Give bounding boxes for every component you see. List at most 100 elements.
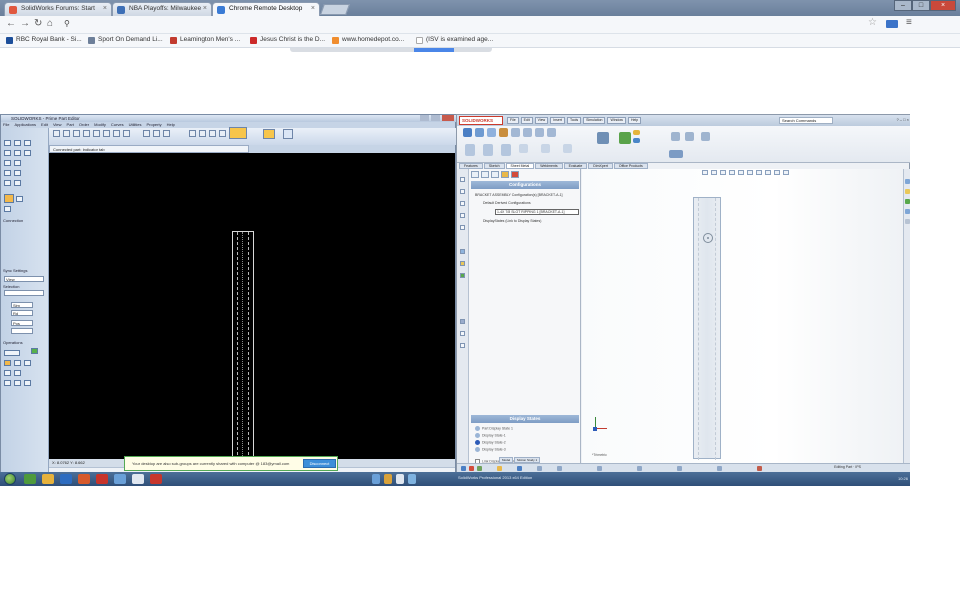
search-commands-field[interactable]: Search Commands	[779, 117, 833, 124]
rd-field[interactable]: Rd	[11, 310, 33, 316]
strip-icon[interactable]	[460, 331, 465, 336]
tree-item-root[interactable]: BRACKET ASSEMBLY Configuration(s) [BRACK…	[475, 193, 563, 197]
copy-icon[interactable]	[123, 130, 130, 137]
address-bar[interactable]: ⚲	[64, 19, 874, 31]
configuration-manager-icon[interactable]	[491, 171, 499, 178]
tree-item-derived[interactable]: Default Derived Configurations	[483, 201, 531, 205]
back-arrow-icon[interactable]: ←	[6, 18, 16, 29]
menu-help[interactable]: Help	[627, 117, 642, 124]
system-clock[interactable]: 10:26	[858, 474, 908, 484]
menu-tools[interactable]: Tools	[566, 117, 582, 124]
extruded-cut-icon[interactable]	[633, 130, 640, 135]
pan-icon[interactable]	[153, 130, 160, 137]
grid-icon[interactable]	[189, 130, 196, 137]
new-tab-button[interactable]	[319, 4, 351, 15]
status-icon[interactable]	[757, 466, 762, 471]
display-style-icon[interactable]	[747, 170, 753, 175]
section-view-icon[interactable]	[729, 170, 735, 175]
scene-icon[interactable]	[774, 170, 780, 175]
remote-desktop-handle[interactable]	[414, 48, 454, 52]
status-icon[interactable]	[461, 466, 466, 471]
strip-icon[interactable]	[460, 261, 465, 266]
status-icon[interactable]	[469, 466, 474, 471]
display-state-item[interactable]: Display State-2	[475, 440, 506, 445]
file-explorer-icon[interactable]	[905, 199, 910, 204]
pos-field[interactable]: Pos	[11, 320, 33, 326]
status-icon[interactable]	[637, 466, 642, 471]
view-settings-icon[interactable]	[783, 170, 789, 175]
flatten-button[interactable]	[669, 150, 683, 158]
shell-icon[interactable]	[547, 128, 556, 137]
operation-icon[interactable]	[24, 360, 31, 366]
strip-icon[interactable]	[460, 343, 465, 348]
flatten-icon[interactable]	[701, 132, 710, 141]
tool-icon[interactable]	[14, 160, 21, 166]
status-icon[interactable]	[677, 466, 682, 471]
status-icon[interactable]	[597, 466, 602, 471]
close-tab-icon[interactable]: ×	[103, 5, 107, 12]
tray-icon[interactable]	[372, 474, 380, 484]
hide-show-icon[interactable]	[756, 170, 762, 175]
maximize-button[interactable]	[431, 115, 440, 121]
minimize-button[interactable]	[420, 115, 429, 121]
property-manager-icon[interactable]	[481, 171, 489, 178]
operation-icon[interactable]	[14, 380, 21, 386]
tree-item-display-states[interactable]: DisplayStates (Link to Display States)	[483, 219, 541, 223]
hole-feature[interactable]	[703, 233, 713, 243]
fold-icon[interactable]	[685, 132, 694, 141]
extrude-icon[interactable]	[463, 128, 472, 137]
maximize-button[interactable]: □	[912, 0, 930, 11]
undo-icon[interactable]	[93, 130, 100, 137]
operation-icon[interactable]	[14, 370, 21, 376]
bookmark-jesus-christ[interactable]: Jesus Christ is the D...	[250, 36, 325, 44]
tray-icon[interactable]	[384, 474, 392, 484]
display-manager-icon[interactable]	[511, 171, 519, 178]
display-state-item[interactable]: Display State-1	[475, 433, 506, 438]
go-icon[interactable]	[31, 348, 38, 354]
operation-icon[interactable]	[4, 370, 11, 376]
connect-icon[interactable]	[4, 194, 14, 203]
operation-button[interactable]	[4, 350, 20, 356]
simple-hole-icon[interactable]	[633, 138, 640, 143]
strip-icon[interactable]	[460, 177, 465, 182]
reference-geometry-icon[interactable]	[619, 132, 631, 144]
menu-icon[interactable]: ≡	[906, 17, 912, 28]
tab-solidworks-forums[interactable]: SolidWorks Forums: Start ×	[4, 2, 112, 16]
tool-icon[interactable]	[4, 160, 11, 166]
tool-icon[interactable]	[4, 170, 11, 176]
hem-icon[interactable]	[563, 144, 572, 153]
strip-icon[interactable]	[460, 249, 465, 254]
chamfer-icon[interactable]	[511, 128, 520, 137]
reload-icon[interactable]: ↻	[34, 18, 42, 29]
resources-icon[interactable]	[905, 179, 910, 184]
disconnect-button[interactable]: Disconnect	[303, 459, 336, 468]
view-orientation-icon[interactable]	[738, 170, 744, 175]
revolved-boss-icon[interactable]	[483, 144, 493, 156]
solidworks-logo[interactable]: SOLIDWORKS	[459, 116, 503, 125]
bookmark-star-icon[interactable]: ☆	[868, 17, 877, 28]
start-button[interactable]	[4, 473, 16, 485]
zoom-to-fit-icon[interactable]	[702, 170, 708, 175]
status-icon[interactable]	[497, 466, 502, 471]
bookmark-isv[interactable]: (ISV is examined age...	[416, 36, 493, 44]
menu-simulation[interactable]: Simulation	[583, 117, 606, 124]
value-field[interactable]	[11, 328, 33, 334]
rib-icon[interactable]	[523, 128, 532, 137]
strip-icon[interactable]	[460, 213, 465, 218]
sim-field[interactable]: Sim	[11, 302, 33, 308]
close-button[interactable]	[442, 115, 454, 121]
taskbar-app-icon[interactable]	[24, 474, 36, 484]
taskbar-app-icon[interactable]	[78, 474, 90, 484]
sketch-icon[interactable]	[597, 132, 609, 144]
display-state-item[interactable]: Display State-3	[475, 447, 506, 452]
miter-flange-icon[interactable]	[541, 144, 550, 153]
tool-icon[interactable]	[14, 180, 21, 186]
measure-icon[interactable]	[219, 130, 226, 137]
status-icon[interactable]	[517, 466, 522, 471]
cut-icon[interactable]	[113, 130, 120, 137]
menu-view[interactable]: View	[534, 117, 549, 124]
close-tab-icon[interactable]: ×	[311, 5, 315, 12]
operation-icon[interactable]	[24, 380, 31, 386]
strip-icon[interactable]	[460, 189, 465, 194]
tree-item-slot[interactable]: 1-4X 7/8 SLOT RIPPING 1 [BRACKET-A-1]	[497, 210, 564, 214]
